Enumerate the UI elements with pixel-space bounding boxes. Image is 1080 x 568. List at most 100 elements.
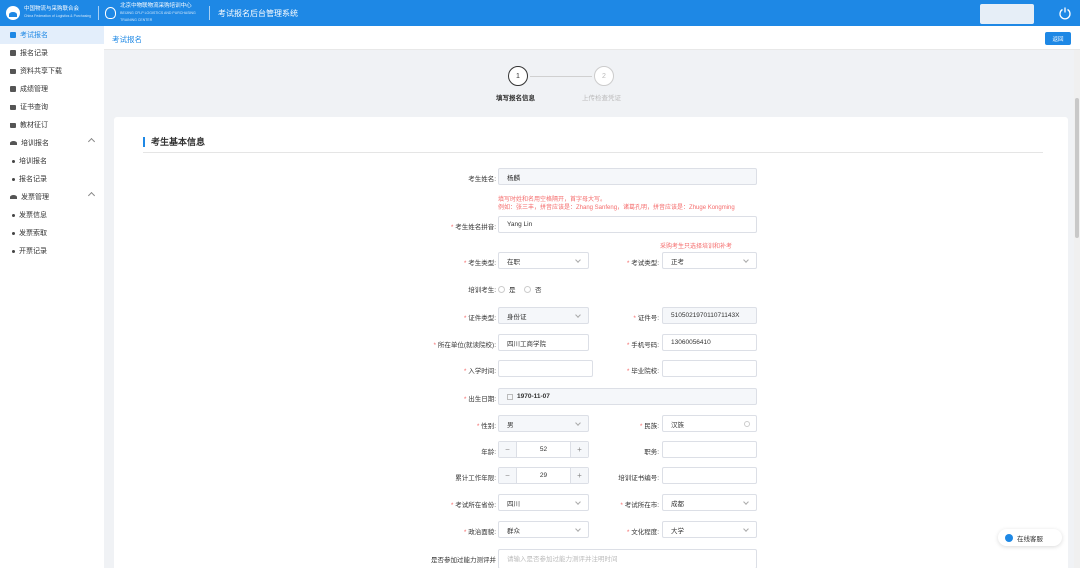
- org2-name: 北京中物联物流采购培训中心: [120, 2, 192, 9]
- education-select[interactable]: 大学: [662, 521, 757, 538]
- scrollbar-thumb[interactable]: [1075, 98, 1079, 238]
- bullet-icon: [12, 249, 15, 253]
- training-center-logo: 北京中物联物流采购培训中心 BEIJING CFLP LOGISTICS AND…: [105, 3, 203, 24]
- sidebar-subitem-invoice-records[interactable]: 开票记录: [0, 242, 104, 260]
- minus-icon[interactable]: −: [499, 468, 517, 483]
- pinyin-label: * 考生姓名拼音:: [450, 224, 496, 231]
- top-bar: 中国物流与采购联合会 China Federation of Logistics…: [0, 0, 1080, 26]
- exam-type-hint: 采购考生只选择培训和补考: [660, 244, 733, 250]
- enroll-time-label: * 入学时间:: [463, 368, 496, 375]
- clear-icon[interactable]: [744, 421, 750, 427]
- sidebar-subitem-label: 发票信息: [19, 212, 47, 219]
- trainee-radio-yes[interactable]: 是: [498, 284, 516, 294]
- back-button[interactable]: 返回: [1045, 32, 1071, 45]
- page-scrollbar[interactable]: [1074, 50, 1080, 568]
- radio-circle: [524, 285, 531, 293]
- graduate-school-field[interactable]: [662, 360, 757, 377]
- ethnicity-select[interactable]: 汉族: [662, 415, 757, 432]
- power-icon[interactable]: [1058, 6, 1072, 20]
- employer-label: * 所在单位(就读院校):: [433, 342, 496, 349]
- exam-type-select[interactable]: 正考: [662, 252, 757, 269]
- section-divider: [143, 152, 1043, 153]
- name-label: 考生姓名:: [468, 176, 496, 183]
- sidebar-item-exam-registration[interactable]: 考试报名: [0, 26, 104, 44]
- age-label: 年龄:: [481, 449, 496, 456]
- exam-type-label: * 考试类型:: [626, 260, 659, 267]
- trainee-label: 培训考生:: [468, 287, 496, 294]
- chat-icon: [1005, 533, 1013, 542]
- folder-icon: [10, 122, 16, 128]
- id-number-label: * 证件号:: [633, 315, 659, 322]
- chevron-up-icon: [87, 137, 96, 146]
- sidebar-subitem-training-registration[interactable]: 培训报名: [0, 152, 104, 170]
- exam-province-label: * 考试所在省份:: [450, 502, 496, 509]
- sidebar-subitem-training-records[interactable]: 报名记录: [0, 170, 104, 188]
- chevron-down-icon: [743, 499, 749, 505]
- document-icon: [10, 50, 16, 56]
- system-title: 考试报名后台管理系统: [218, 8, 298, 18]
- work-years-value[interactable]: 29: [517, 468, 570, 483]
- birth-date-label: * 出生日期:: [463, 396, 496, 403]
- sidebar-item-resource-download[interactable]: 资料共享下载: [0, 62, 104, 80]
- education-label: * 文化程度:: [626, 529, 659, 536]
- sidebar-item-registration-records[interactable]: 报名记录: [0, 44, 104, 62]
- user-avatar[interactable]: [980, 4, 1034, 24]
- step-2-indicator: 2: [594, 66, 614, 86]
- sidebar-item-certificate-query[interactable]: 证书查询: [0, 98, 104, 116]
- trainee-radio-no[interactable]: 否: [524, 284, 542, 294]
- bullet-icon: [12, 159, 15, 163]
- radio-circle: [498, 285, 505, 293]
- name-field[interactable]: 杨麟: [498, 168, 757, 185]
- ethnicity-label: * 民族:: [639, 423, 659, 430]
- form-card: 考生基本信息 考生姓名: 杨麟 填写时姓和名用空格隔开，首字母大写。 例如：张三…: [114, 117, 1068, 568]
- document-icon: [10, 86, 16, 92]
- work-years-label: 累计工作年限:: [455, 475, 496, 482]
- pinyin-field[interactable]: Yang Lin: [498, 216, 757, 233]
- birth-date-field[interactable]: 1970-11-07: [498, 388, 757, 405]
- step-connector: [530, 76, 592, 77]
- sidebar-item-label: 成绩管理: [20, 86, 48, 93]
- ability-assessment-label: 是否参加过能力测评并: [431, 557, 496, 564]
- online-service-button[interactable]: 在线客服: [998, 529, 1062, 546]
- chevron-down-icon: [743, 526, 749, 532]
- sidebar-subitem-label: 发票索取: [19, 230, 47, 237]
- position-label: 职务:: [644, 449, 659, 456]
- sidebar-item-score-management[interactable]: 成绩管理: [0, 80, 104, 98]
- age-value[interactable]: 52: [517, 442, 570, 457]
- ability-assessment-textarea[interactable]: 请输入是否参加过能力测评并注明时间: [498, 549, 757, 568]
- step-1-indicator: 1: [508, 66, 528, 86]
- sidebar-item-label: 资料共享下载: [20, 68, 62, 75]
- sidebar-subitem-label: 开票记录: [19, 248, 47, 255]
- sidebar-item-label: 考试报名: [20, 32, 48, 39]
- document-icon: [10, 32, 16, 38]
- name-hint-line-1: 填写时姓和名用空格隔开，首字母大写。: [498, 197, 607, 203]
- chevron-up-icon: [87, 191, 96, 200]
- sidebar-item-label: 证书查询: [20, 104, 48, 111]
- sidebar-group-label: 发票管理: [21, 194, 49, 201]
- sidebar: 考试报名 报名记录 资料共享下载 成绩管理 证书查询 教材征订 培训报名 培训报…: [0, 26, 104, 568]
- phone-field[interactable]: 13060056410: [662, 334, 757, 351]
- sidebar-group-label: 培训报名: [21, 140, 49, 147]
- training-cert-field[interactable]: [662, 467, 757, 484]
- minus-icon[interactable]: −: [499, 442, 517, 457]
- sidebar-item-textbook-order[interactable]: 教材征订: [0, 116, 104, 134]
- bird-logo-icon: [105, 7, 117, 19]
- candidate-type-label: * 考生类型:: [463, 260, 496, 267]
- bullet-icon: [12, 213, 15, 217]
- id-type-label: * 证件类型:: [463, 315, 496, 322]
- cflp-logo: 中国物流与采购联合会 China Federation of Logistics…: [6, 6, 92, 20]
- id-number-field[interactable]: 510502197011071143X: [662, 307, 757, 324]
- position-field[interactable]: [662, 441, 757, 458]
- sidebar-group-invoice[interactable]: 发票管理: [0, 188, 104, 206]
- sidebar-subitem-label: 培训报名: [19, 158, 47, 165]
- exam-city-select[interactable]: 成都: [662, 494, 757, 511]
- cflp-logo-icon: [6, 6, 20, 20]
- sidebar-subitem-invoice-info[interactable]: 发票信息: [0, 206, 104, 224]
- header-divider: [209, 6, 210, 20]
- step-2-label: 上传检查凭证: [582, 95, 621, 102]
- training-cert-label: 培训证书编号:: [618, 475, 659, 482]
- header-divider: [98, 6, 99, 20]
- org1-sub: China Federation of Logistics & Purchasi…: [24, 14, 92, 18]
- sidebar-group-training[interactable]: 培训报名: [0, 134, 104, 152]
- sidebar-subitem-invoice-request[interactable]: 发票索取: [0, 224, 104, 242]
